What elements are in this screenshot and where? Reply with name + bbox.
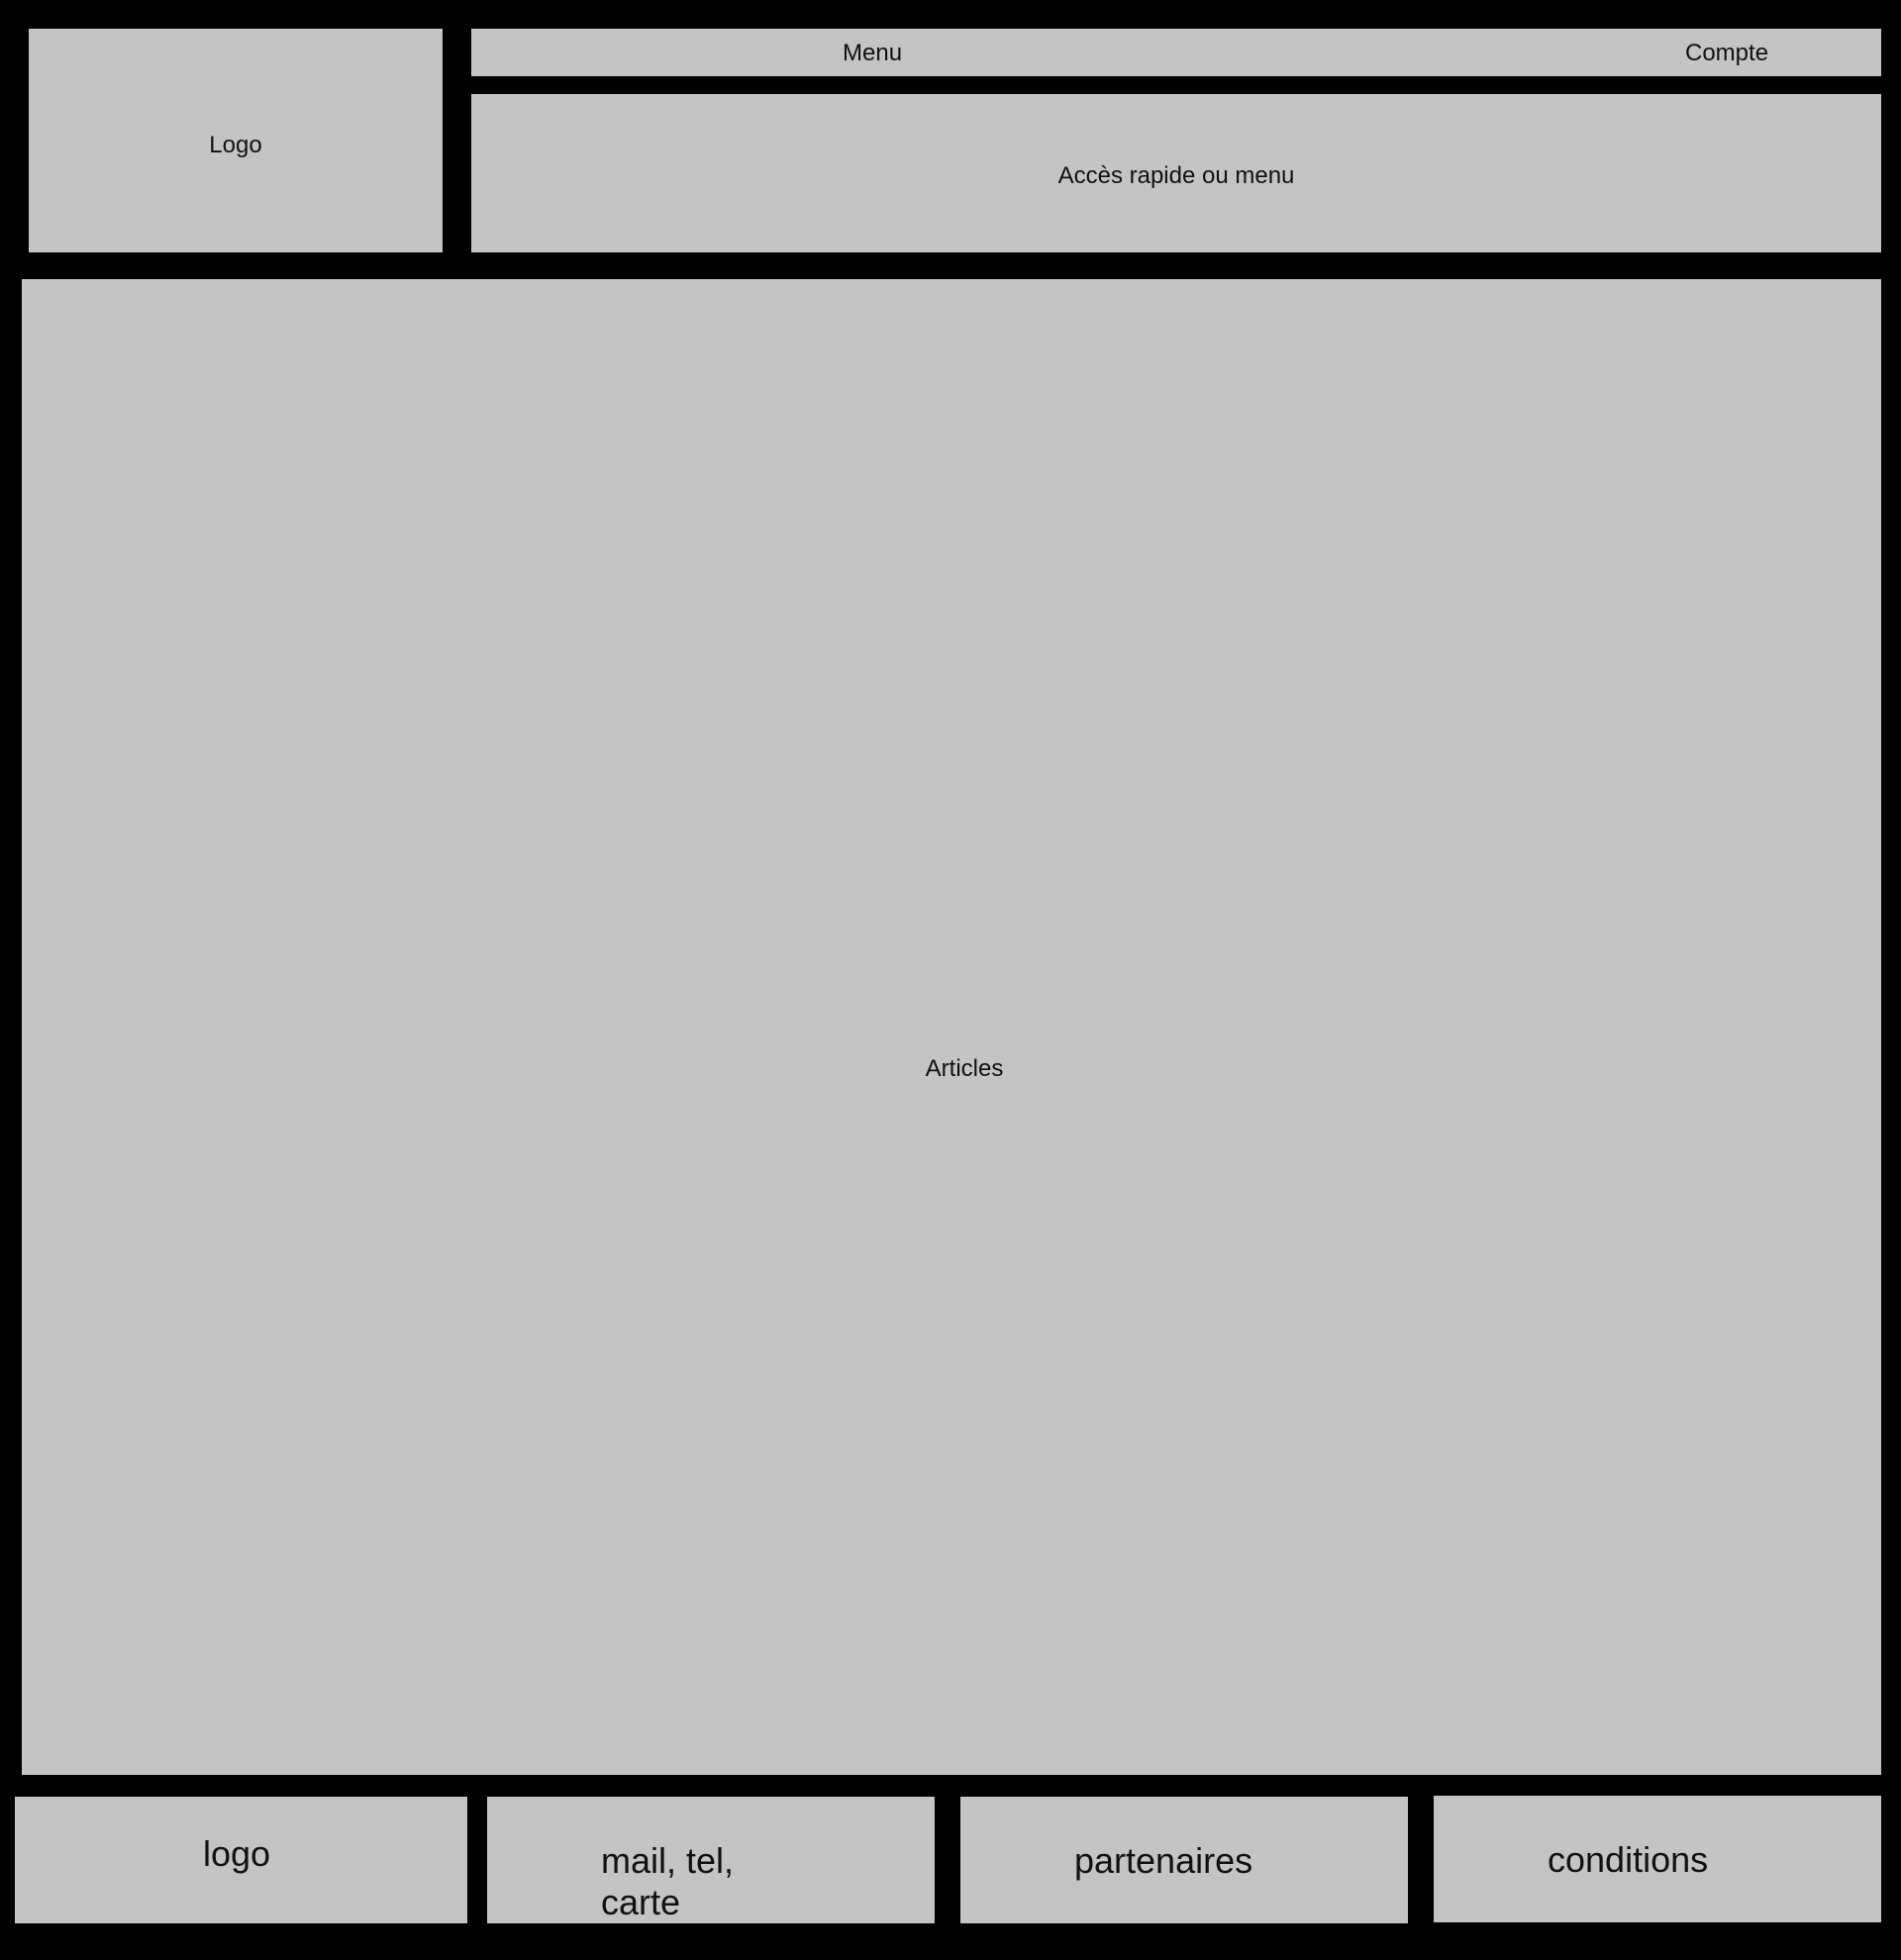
header-logo-placeholder[interactable]: Logo bbox=[29, 29, 443, 252]
menu-link[interactable]: Menu bbox=[843, 40, 902, 67]
footer-partners-block[interactable]: partenaires bbox=[960, 1797, 1408, 1923]
footer-contact-block[interactable]: mail, tel, carte bbox=[487, 1797, 935, 1923]
footer-partners-label: partenaires bbox=[1074, 1840, 1253, 1881]
footer-contact-label: mail, tel, carte bbox=[601, 1840, 735, 1922]
quick-access-panel[interactable]: Accès rapide ou menu bbox=[471, 94, 1881, 252]
header-logo-label: Logo bbox=[209, 132, 262, 158]
footer-conditions-label: conditions bbox=[1548, 1839, 1709, 1880]
top-menu-bar: Menu Compte bbox=[471, 29, 1881, 76]
articles-section: Articles bbox=[22, 279, 1881, 1775]
account-link[interactable]: Compte bbox=[1685, 40, 1768, 67]
footer-logo-placeholder[interactable]: logo bbox=[15, 1797, 467, 1923]
footer-conditions-block[interactable]: conditions bbox=[1434, 1796, 1881, 1922]
footer-logo-label: logo bbox=[203, 1833, 271, 1874]
quick-access-label: Accès rapide ou menu bbox=[1057, 162, 1295, 189]
articles-label: Articles bbox=[925, 1055, 1004, 1082]
